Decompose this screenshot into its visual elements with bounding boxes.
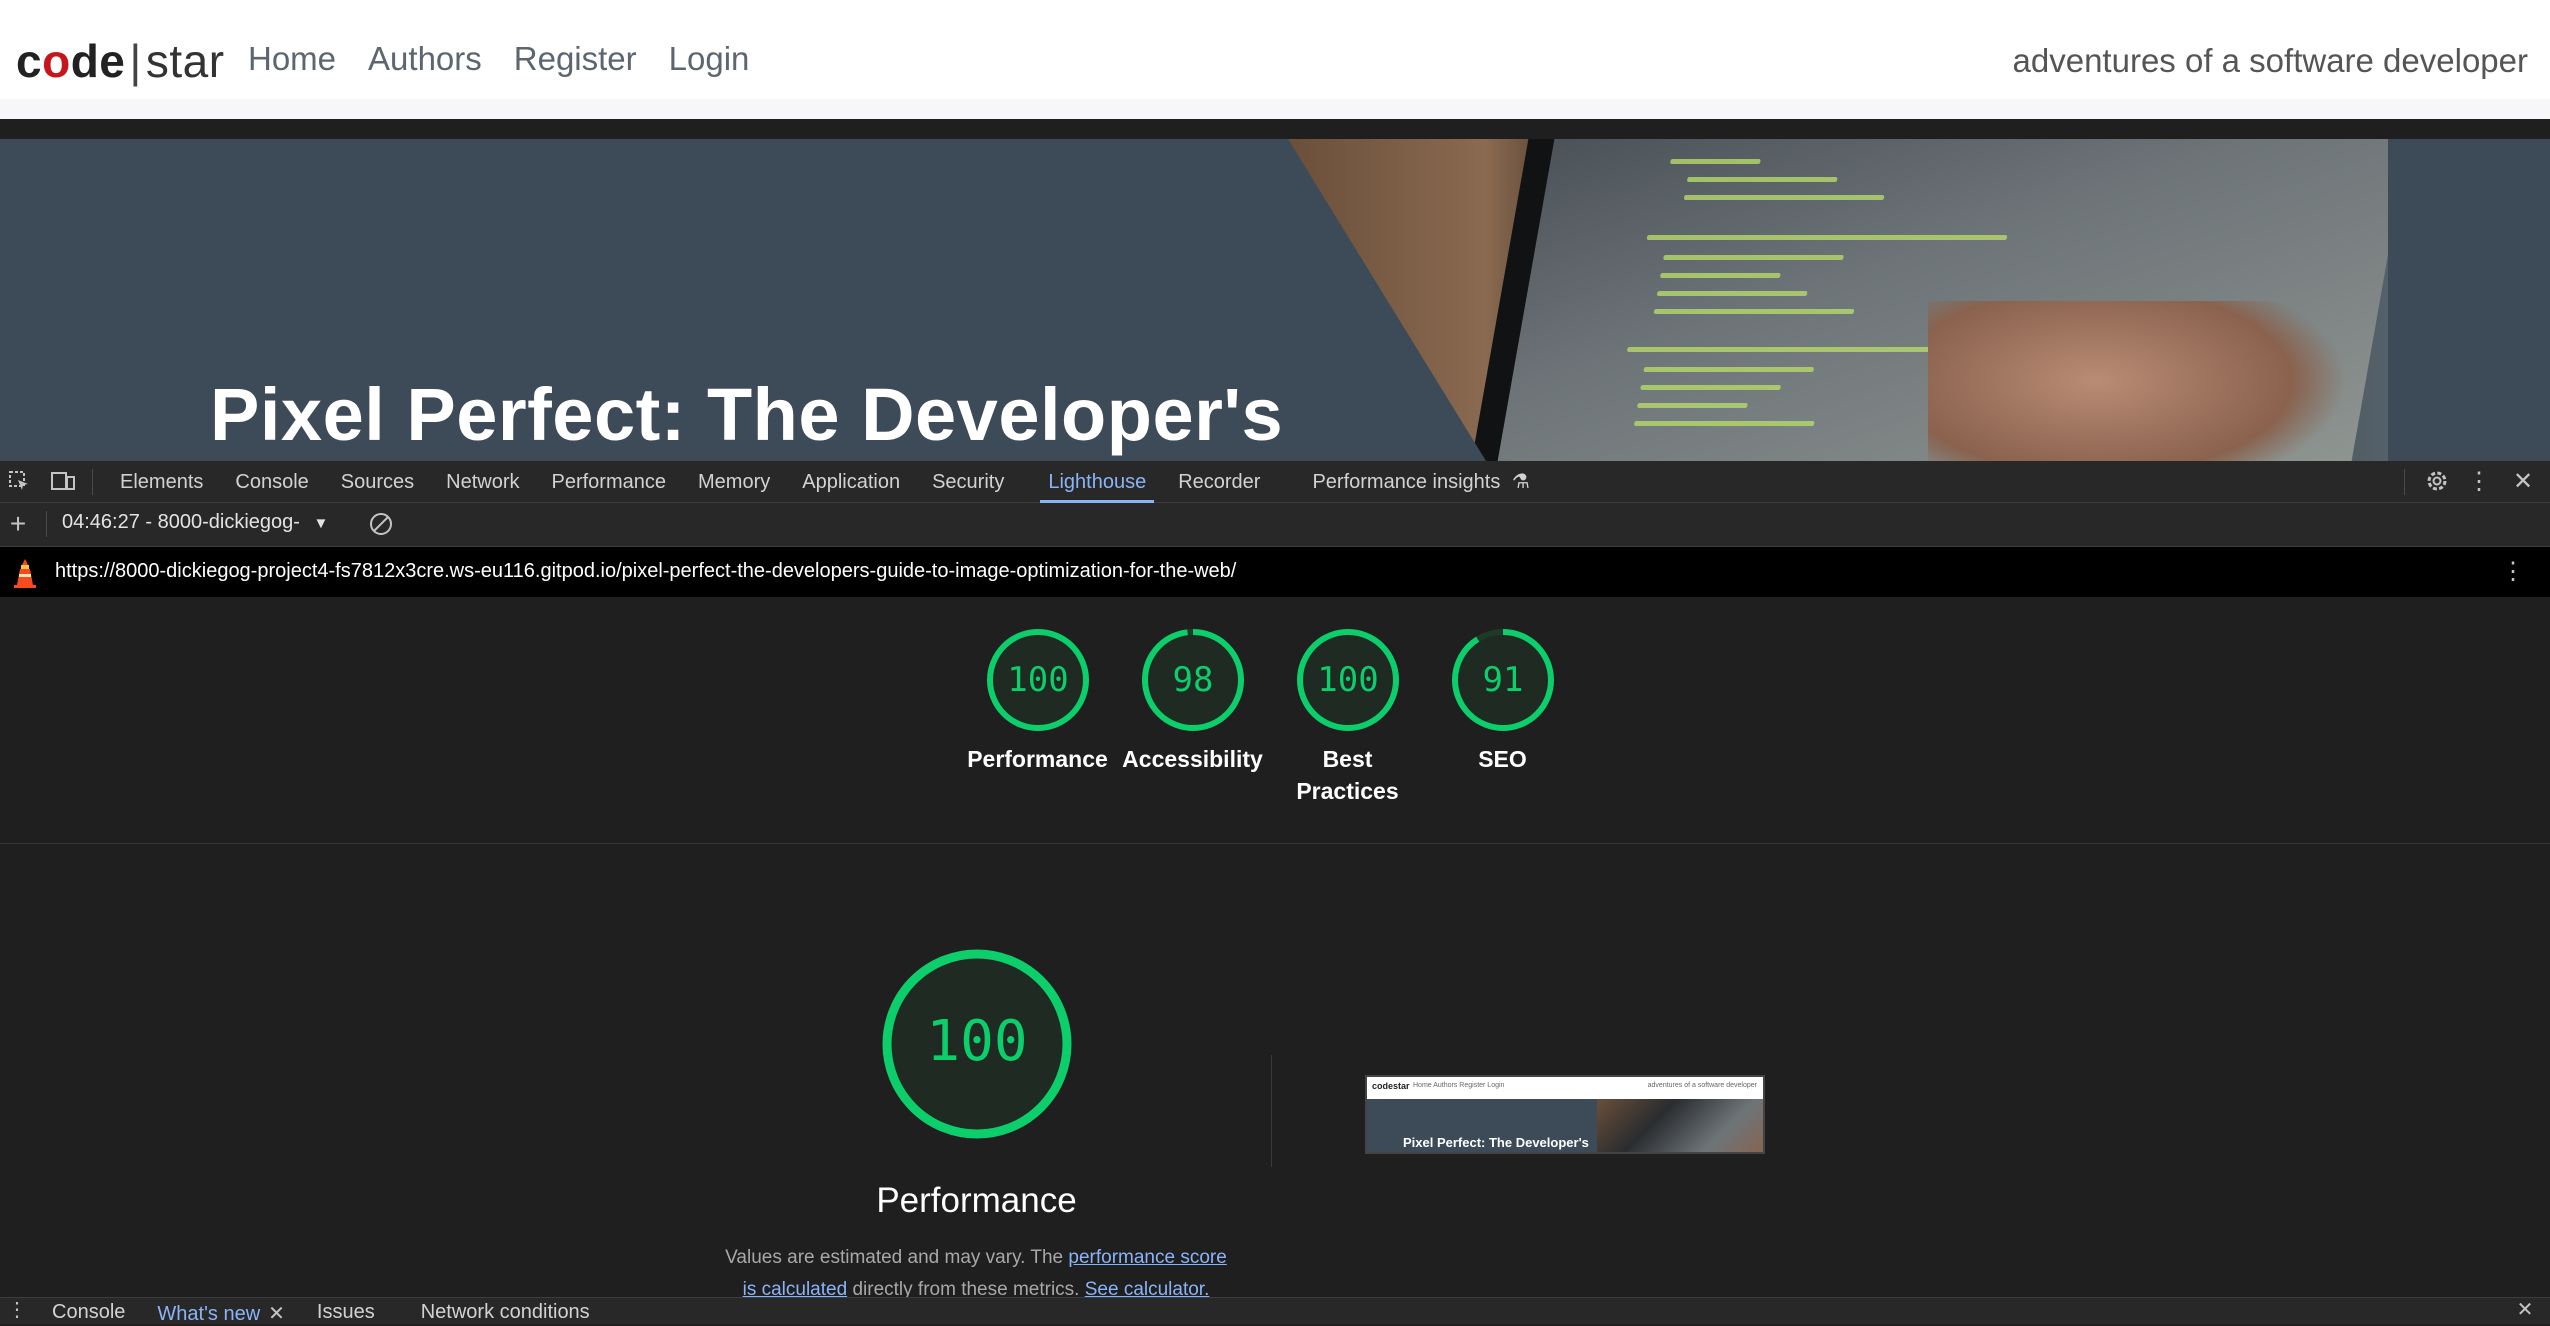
devtools-toolbar: Elements Console Sources Network Perform… bbox=[0, 461, 2550, 503]
lighthouse-toolbar: + 04:46:27 - 8000-dickiegog- ▼ bbox=[0, 503, 2550, 547]
flask-icon: ⚗ bbox=[1511, 471, 1530, 493]
tab-sources[interactable]: Sources bbox=[325, 461, 430, 503]
site-navbar: code|star Home Authors Register Login ad… bbox=[0, 0, 2550, 119]
close-tab-icon[interactable]: ✕ bbox=[268, 1303, 285, 1325]
tab-lighthouse[interactable]: Lighthouse bbox=[1032, 461, 1162, 503]
thumbnail-hero-image bbox=[1597, 1099, 1763, 1152]
close-devtools-icon[interactable]: ✕ bbox=[2510, 469, 2536, 495]
gauge-label-accessibility: Accessibility bbox=[1122, 746, 1263, 772]
score-gauges: 100 Performance 98 Accessibility 100 Bes… bbox=[960, 627, 1580, 807]
svg-text:100: 100 bbox=[1317, 660, 1378, 700]
gauge-ring: 98 bbox=[1141, 629, 1244, 731]
tab-memory[interactable]: Memory bbox=[682, 461, 786, 503]
settings-gear-icon[interactable] bbox=[2424, 469, 2450, 495]
gauge-ring: 100 bbox=[986, 629, 1089, 731]
more-options-icon[interactable]: ⋮ bbox=[2466, 469, 2492, 495]
svg-text:98: 98 bbox=[1172, 660, 1213, 700]
chevron-down-icon: ▼ bbox=[313, 515, 329, 532]
tab-elements[interactable]: Elements bbox=[104, 461, 219, 503]
gauge-label-best-practices: Best Practices bbox=[1296, 746, 1399, 804]
inspect-element-icon[interactable] bbox=[6, 469, 32, 495]
performance-big-gauge: 100 bbox=[882, 949, 1072, 1139]
drawer-tab-whats-new[interactable]: What's new ✕ bbox=[141, 1298, 301, 1326]
tab-network[interactable]: Network bbox=[430, 461, 535, 503]
drawer-menu-icon[interactable]: ⋮ bbox=[4, 1298, 30, 1324]
clear-reports-icon[interactable] bbox=[368, 512, 394, 538]
svg-text:100: 100 bbox=[926, 1009, 1027, 1074]
new-report-icon[interactable]: + bbox=[5, 510, 31, 538]
report-selector[interactable]: 04:46:27 - 8000-dickiegog- ▼ bbox=[62, 511, 328, 534]
lighthouse-icon bbox=[12, 557, 38, 594]
gauge-label-seo: SEO bbox=[1478, 746, 1527, 772]
tab-application[interactable]: Application bbox=[786, 461, 916, 503]
drawer-tabs: Console What's new ✕ Issues Network condi… bbox=[36, 1298, 606, 1326]
drawer-tab-issues[interactable]: Issues bbox=[301, 1298, 391, 1326]
gauge-ring: 100 bbox=[1296, 629, 1399, 731]
nav-link-home[interactable]: Home bbox=[248, 40, 336, 78]
lighthouse-report: 100 Performance 98 Accessibility 100 Bes… bbox=[0, 597, 2550, 1300]
nav-link-login[interactable]: Login bbox=[669, 40, 750, 78]
post-title: Pixel Perfect: The Developer's bbox=[210, 373, 1284, 456]
tab-recorder[interactable]: Recorder bbox=[1162, 461, 1276, 503]
url-more-options-icon[interactable]: ⋮ bbox=[2500, 559, 2526, 585]
drawer-tab-network-conditions[interactable]: Network conditions bbox=[405, 1298, 606, 1326]
nav-link-register[interactable]: Register bbox=[514, 40, 637, 78]
site-tagline: adventures of a software developer bbox=[2012, 42, 2528, 79]
report-divider bbox=[0, 843, 2550, 844]
vertical-divider bbox=[1271, 1055, 1272, 1167]
site-logo[interactable]: code|star bbox=[16, 34, 225, 88]
hero-laptop-image bbox=[1288, 139, 2388, 461]
device-toolbar-icon[interactable] bbox=[50, 469, 76, 495]
svg-text:100: 100 bbox=[1007, 660, 1068, 700]
gauge-seo[interactable]: 91 SEO bbox=[1425, 627, 1580, 807]
tab-performance-insights[interactable]: Performance insights ⚗ bbox=[1296, 461, 1545, 503]
post-hero: Pixel Perfect: The Developer's bbox=[0, 139, 2550, 461]
tab-security[interactable]: Security bbox=[916, 461, 1020, 503]
hand-image bbox=[1928, 301, 2348, 461]
close-drawer-icon[interactable]: ✕ bbox=[2512, 1298, 2538, 1324]
devtools-drawer: ⋮ Console What's new ✕ Issues Network con… bbox=[0, 1297, 2550, 1326]
gauge-performance[interactable]: 100 Performance bbox=[960, 627, 1115, 807]
gauge-label-performance: Performance bbox=[967, 746, 1108, 772]
drawer-tab-console[interactable]: Console bbox=[36, 1298, 141, 1326]
tab-console[interactable]: Console bbox=[219, 461, 324, 503]
performance-heading: Performance bbox=[876, 1181, 1077, 1220]
devtools-tabs: Elements Console Sources Network Perform… bbox=[104, 461, 1546, 503]
site-nav-links: Home Authors Register Login bbox=[248, 40, 781, 78]
svg-text:91: 91 bbox=[1482, 660, 1523, 700]
gauge-best-practices[interactable]: 100 Best Practices bbox=[1270, 627, 1425, 807]
tab-performance[interactable]: Performance bbox=[536, 461, 683, 503]
gauge-accessibility[interactable]: 98 Accessibility bbox=[1115, 627, 1270, 807]
report-url[interactable]: https://8000-dickiegog-project4-fs7812x3… bbox=[55, 560, 1236, 583]
final-screenshot-thumbnail[interactable]: codestar Home Authors Register Login adv… bbox=[1365, 1075, 1765, 1154]
report-url-bar: https://8000-dickiegog-project4-fs7812x3… bbox=[0, 547, 2550, 597]
nav-link-authors[interactable]: Authors bbox=[368, 40, 482, 78]
gauge-ring: 91 bbox=[1451, 629, 1554, 731]
